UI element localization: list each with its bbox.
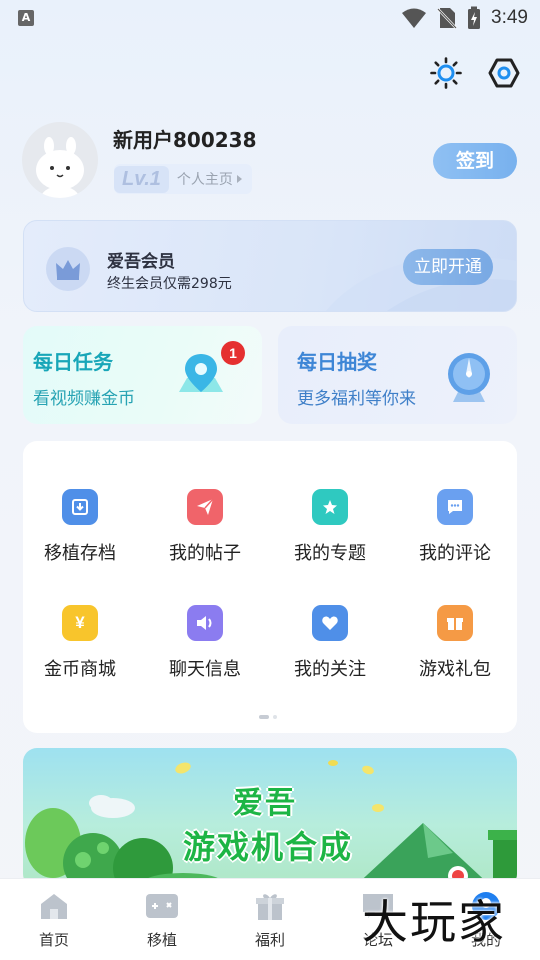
- gamepad-icon: [145, 889, 179, 923]
- nav-welfare[interactable]: 福利: [230, 889, 310, 955]
- nav-label: 福利: [254, 931, 285, 949]
- nav-label: 首页: [38, 931, 69, 949]
- daily-lottery-card[interactable]: 每日抽奖 更多福利等你来: [278, 326, 517, 424]
- home-icon: [37, 889, 71, 923]
- grid-item-my-follows[interactable]: 我的关注: [273, 601, 387, 691]
- grid-item-chat-messages[interactable]: 聊天信息: [148, 601, 262, 691]
- wifi-icon: [402, 8, 427, 28]
- page-dot: [273, 715, 277, 719]
- daily-task-subtitle: 看视频赚金币: [33, 389, 135, 409]
- hexagon-settings-icon: [488, 58, 520, 88]
- vip-title: 爱吾会员: [107, 252, 175, 272]
- accessibility-indicator-icon: A: [18, 10, 34, 26]
- chevron-right-icon: [236, 175, 242, 183]
- grid-item-transplant-save[interactable]: 移植存档: [23, 485, 137, 575]
- grid-item-game-gifts[interactable]: 游戏礼包: [398, 601, 512, 691]
- vip-membership-card[interactable]: 爱吾会员 终生会员仅需298元 立即开通: [23, 220, 517, 312]
- feature-grid: 移植存档 我的帖子 我的专题 我的评论 ¥ 金币商城 聊天信息 我的关注 游戏礼…: [23, 441, 517, 733]
- chat-bubble-icon: [437, 489, 473, 525]
- nav-label: 移植: [146, 931, 177, 949]
- watermark: 大玩家: [362, 895, 506, 949]
- grid-item-label: 金币商城: [44, 659, 116, 680]
- grid-item-label: 我的评论: [419, 543, 491, 564]
- banner-title-line1: 爱吾: [233, 786, 297, 821]
- grid-item-label: 我的专题: [294, 543, 366, 564]
- grid-item-label: 我的帖子: [169, 543, 241, 564]
- daily-lottery-subtitle: 更多福利等你来: [297, 389, 416, 409]
- grid-item-label: 移植存档: [44, 543, 116, 564]
- sun-icon: [430, 57, 462, 89]
- gift-icon: [253, 889, 287, 923]
- notification-badge: 1: [221, 341, 245, 365]
- gift-box-icon: [437, 605, 473, 641]
- banner-title-line2: 游戏机合成: [183, 828, 354, 866]
- paper-plane-icon: [187, 489, 223, 525]
- grid-item-label: 游戏礼包: [419, 659, 491, 680]
- settings-button[interactable]: [487, 56, 521, 90]
- grid-item-my-posts[interactable]: 我的帖子: [148, 485, 262, 575]
- homepage-link-label: 个人主页: [176, 172, 233, 188]
- brightness-toggle-button[interactable]: [429, 56, 463, 90]
- level-badge: Lv.1: [114, 165, 169, 193]
- grid-item-label: 聊天信息: [169, 659, 241, 680]
- crown-icon: [46, 247, 90, 291]
- download-box-icon: [62, 489, 98, 525]
- heart-icon: [312, 605, 348, 641]
- battery-charging-icon: [468, 6, 481, 29]
- nav-transplant[interactable]: 移植: [122, 889, 202, 955]
- avatar[interactable]: [22, 122, 98, 198]
- bunny-avatar-icon: [36, 137, 84, 198]
- daily-lottery-title: 每日抽奖: [297, 350, 377, 374]
- username: 新用户800238: [113, 128, 257, 152]
- page-dot-active: [259, 715, 269, 719]
- vip-subtitle: 终生会员仅需298元: [107, 276, 232, 292]
- daily-task-title: 每日任务: [33, 350, 113, 374]
- yen-coin-icon: ¥: [62, 605, 98, 641]
- lottery-wheel-icon: [448, 353, 490, 402]
- daily-task-card[interactable]: 每日任务 看视频赚金币 1: [23, 326, 262, 424]
- promo-banner[interactable]: 爱吾 游戏机合成: [23, 748, 517, 888]
- vip-open-button[interactable]: 立即开通: [403, 249, 493, 285]
- page-indicator: [259, 715, 277, 719]
- grid-item-label: 我的关注: [294, 659, 366, 680]
- grid-item-my-comments[interactable]: 我的评论: [398, 485, 512, 575]
- no-sim-icon: [437, 8, 457, 29]
- status-bar: A 3:49: [0, 0, 540, 36]
- profile-homepage-link[interactable]: Lv.1 个人主页: [114, 164, 252, 194]
- nav-home[interactable]: 首页: [14, 889, 94, 955]
- clock-time: 3:49: [491, 7, 528, 28]
- speaker-icon: [187, 605, 223, 641]
- star-badge-icon: [312, 489, 348, 525]
- grid-item-coin-shop[interactable]: ¥ 金币商城: [23, 601, 137, 691]
- grid-item-my-topics[interactable]: 我的专题: [273, 485, 387, 575]
- signin-button[interactable]: 签到: [433, 143, 517, 179]
